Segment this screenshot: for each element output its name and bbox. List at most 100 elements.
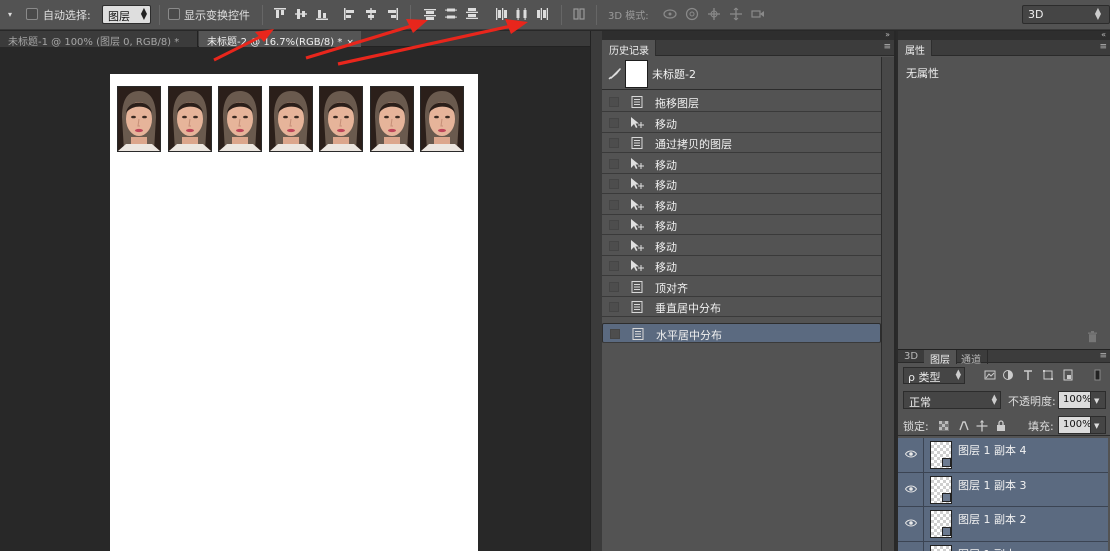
history-snapshot-checkbox[interactable] — [609, 281, 619, 292]
history-row[interactable]: 移动 — [602, 194, 881, 215]
history-snapshot[interactable]: 未标题-2 — [602, 57, 881, 90]
filter-toggle-icon[interactable] — [1094, 369, 1102, 381]
opacity-field[interactable]: 100% ▼ — [1058, 391, 1106, 409]
show-transform-checkbox[interactable] — [168, 8, 180, 20]
history-snapshot-checkbox[interactable] — [609, 302, 619, 312]
lock-all-icon[interactable] — [995, 420, 1007, 432]
collapse-panel-icon[interactable]: » — [885, 30, 890, 39]
history-snapshot-checkbox[interactable] — [609, 261, 619, 271]
history-row[interactable]: 移动 — [602, 215, 881, 235]
distribute-left-edges-icon[interactable] — [494, 7, 508, 21]
history-snapshot-checkbox[interactable] — [609, 179, 619, 189]
layer-kind-filter[interactable]: ρ 类型 ▲ ▼ — [903, 367, 965, 384]
fill-label: 填充: — [1028, 420, 1054, 433]
document-tab-2[interactable]: 未标题-2 @ 16.7%(RGB/8) * × — [199, 31, 361, 48]
history-brush-source-icon[interactable] — [608, 66, 622, 80]
close-icon[interactable]: × — [346, 38, 354, 48]
history-row[interactable]: 水平居中分布 — [602, 322, 881, 343]
layer-row[interactable]: 图层 1 副本 2 — [898, 507, 1108, 542]
document-icon — [630, 96, 644, 108]
history-row[interactable]: 拖移图层 — [602, 92, 881, 112]
panel-menu-icon[interactable]: ≡ — [1099, 42, 1107, 52]
history-row[interactable]: 移动 — [602, 174, 881, 194]
distribute-bottom-edges-icon[interactable] — [465, 7, 479, 21]
filter-type-icon[interactable] — [1022, 369, 1034, 381]
history-row[interactable]: 移动 — [602, 235, 881, 256]
trash-icon[interactable] — [1087, 331, 1098, 343]
align-right-edges-icon[interactable] — [385, 7, 399, 21]
eye-icon[interactable] — [904, 518, 918, 528]
document-tab-1[interactable]: 未标题-1 @ 100% (图层 0, RGB/8) * — [0, 31, 198, 48]
layer-row[interactable]: 图层 1 副本 4 — [898, 438, 1108, 473]
panel-menu-icon[interactable]: ≡ — [1099, 351, 1107, 361]
distribute-horizontal-centers-icon[interactable] — [515, 7, 529, 21]
distribute-right-edges-icon[interactable] — [536, 7, 550, 21]
history-snapshot-checkbox[interactable] — [609, 199, 619, 210]
auto-select-value: 图层 — [108, 10, 130, 23]
history-snapshot-checkbox[interactable] — [610, 328, 620, 339]
layer-thumbnail — [930, 544, 952, 551]
history-row[interactable]: 顶对齐 — [602, 276, 881, 297]
portrait-photo[interactable] — [369, 86, 414, 152]
fill-field[interactable]: 100% ▼ — [1058, 416, 1106, 434]
eye-icon[interactable] — [904, 449, 918, 459]
lock-position-icon[interactable] — [976, 420, 988, 432]
lock-transparent-icon[interactable] — [938, 420, 950, 432]
history-scrollbar[interactable] — [881, 57, 894, 551]
tab-history[interactable]: 历史记录 — [602, 40, 656, 57]
distribute-top-edges-icon[interactable] — [423, 7, 437, 21]
filter-pixel-icon[interactable] — [984, 369, 996, 381]
panel-menu-icon[interactable]: ≡ — [883, 42, 891, 52]
history-snapshot-checkbox[interactable] — [609, 240, 619, 251]
canvas-scrollbar[interactable] — [590, 31, 602, 551]
history-row[interactable]: 移动 — [602, 153, 881, 174]
tab-layers-2[interactable]: 通道 — [955, 350, 988, 366]
history-snapshot-checkbox[interactable] — [609, 117, 619, 128]
auto-select-dropdown[interactable]: 图层 ▲ ▼ — [102, 5, 151, 24]
move-tool-icon — [630, 178, 644, 190]
filter-shape-icon[interactable] — [1042, 369, 1054, 381]
filter-adjustment-icon[interactable] — [1002, 369, 1014, 381]
history-snapshot-checkbox[interactable] — [609, 220, 619, 230]
align-horizontal-centers-icon[interactable] — [364, 7, 378, 21]
document-page[interactable] — [110, 74, 478, 551]
history-row[interactable]: 移动 — [602, 112, 881, 133]
history-snapshot-checkbox[interactable] — [609, 138, 619, 148]
history-row[interactable]: 垂直居中分布 — [602, 297, 881, 317]
portrait-photo[interactable] — [167, 86, 212, 152]
canvas-area[interactable] — [0, 48, 590, 551]
lock-image-icon[interactable] — [958, 420, 970, 432]
history-snapshot-checkbox[interactable] — [609, 97, 619, 107]
fill-dropdown-button[interactable]: ▼ — [1090, 417, 1105, 433]
tab-properties[interactable]: 属性 — [898, 40, 932, 57]
align-left-edges-icon[interactable] — [343, 7, 357, 21]
collapse-panel-icon[interactable]: « — [1101, 30, 1106, 39]
3d-slide-icon — [728, 7, 744, 21]
filter-smart-object-icon[interactable] — [1062, 369, 1074, 381]
history-row[interactable]: 移动 — [602, 256, 881, 276]
portrait-photo[interactable] — [268, 86, 313, 152]
workspace-dropdown[interactable]: 3D ▲ ▼ — [1022, 5, 1110, 24]
opacity-dropdown-button[interactable]: ▼ — [1090, 392, 1105, 408]
layer-row[interactable]: 图层 1 副本 — [898, 541, 1108, 551]
eye-icon[interactable] — [904, 484, 918, 494]
align-top-edges-icon[interactable] — [273, 7, 287, 21]
options-bar: ▾ 自动选择: 图层 ▲ ▼ 显示变换控件 3D 模式: 3D ▲ ▼ — [0, 0, 1110, 30]
portrait-photo[interactable] — [420, 86, 464, 152]
tab-layers-1[interactable]: 图层 — [924, 350, 957, 366]
align-vertical-centers-icon[interactable] — [294, 7, 308, 21]
portrait-photo[interactable] — [319, 86, 363, 152]
layer-row[interactable]: 图层 1 副本 3 — [898, 472, 1108, 507]
distribute-vertical-centers-icon[interactable] — [444, 7, 458, 21]
align-bottom-edges-icon[interactable] — [315, 7, 329, 21]
blend-mode-dropdown[interactable]: 正常 ▲ ▼ — [903, 391, 1001, 409]
3d-rotate-icon — [662, 7, 678, 21]
auto-align-layers-icon[interactable] — [572, 7, 586, 21]
portrait-photo[interactable] — [117, 86, 161, 152]
auto-select-checkbox[interactable] — [26, 8, 38, 20]
history-row[interactable]: 通过拷贝的图层 — [602, 133, 881, 153]
tab-layers-0[interactable]: 3D — [898, 350, 926, 364]
portrait-photo[interactable] — [218, 86, 262, 152]
history-snapshot-checkbox[interactable] — [609, 158, 619, 169]
tool-preset-dropdown[interactable]: ▾ — [8, 10, 12, 19]
